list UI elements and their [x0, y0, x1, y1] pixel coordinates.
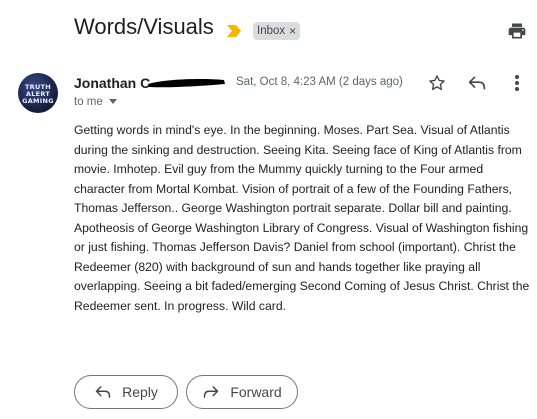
email-date: Sat, Oct 8, 4:23 AM (2 days ago) [236, 76, 403, 88]
inbox-label-chip[interactable]: Inbox × [253, 22, 301, 40]
email-body: Getting words in mind's eye. In the begi… [74, 123, 530, 313]
recipient-dropdown[interactable]: to me [74, 96, 117, 108]
forward-button[interactable]: Forward [186, 375, 298, 409]
reply-label: Reply [122, 384, 158, 400]
forward-icon [204, 386, 219, 398]
avatar: TRUTH ALERT GAMING [18, 73, 58, 113]
reply-button[interactable]: Reply [74, 375, 178, 409]
remove-label-icon[interactable]: × [289, 24, 296, 38]
forward-label: Forward [230, 384, 282, 400]
reply-icon[interactable] [467, 74, 487, 92]
star-icon[interactable] [428, 74, 446, 92]
chevron-down-icon [108, 99, 117, 105]
label-text: Inbox [257, 25, 286, 37]
reply-icon [95, 386, 111, 398]
more-vert-icon[interactable] [514, 74, 520, 92]
importance-marker-icon[interactable] [226, 24, 242, 38]
email-subject: Words/Visuals [74, 14, 214, 39]
avatar-text-3: GAMING [22, 97, 54, 105]
redaction-mark [148, 79, 225, 88]
print-icon[interactable] [507, 21, 527, 41]
recipient-text: to me [74, 96, 103, 108]
sender-name: Jonathan C [74, 75, 151, 91]
